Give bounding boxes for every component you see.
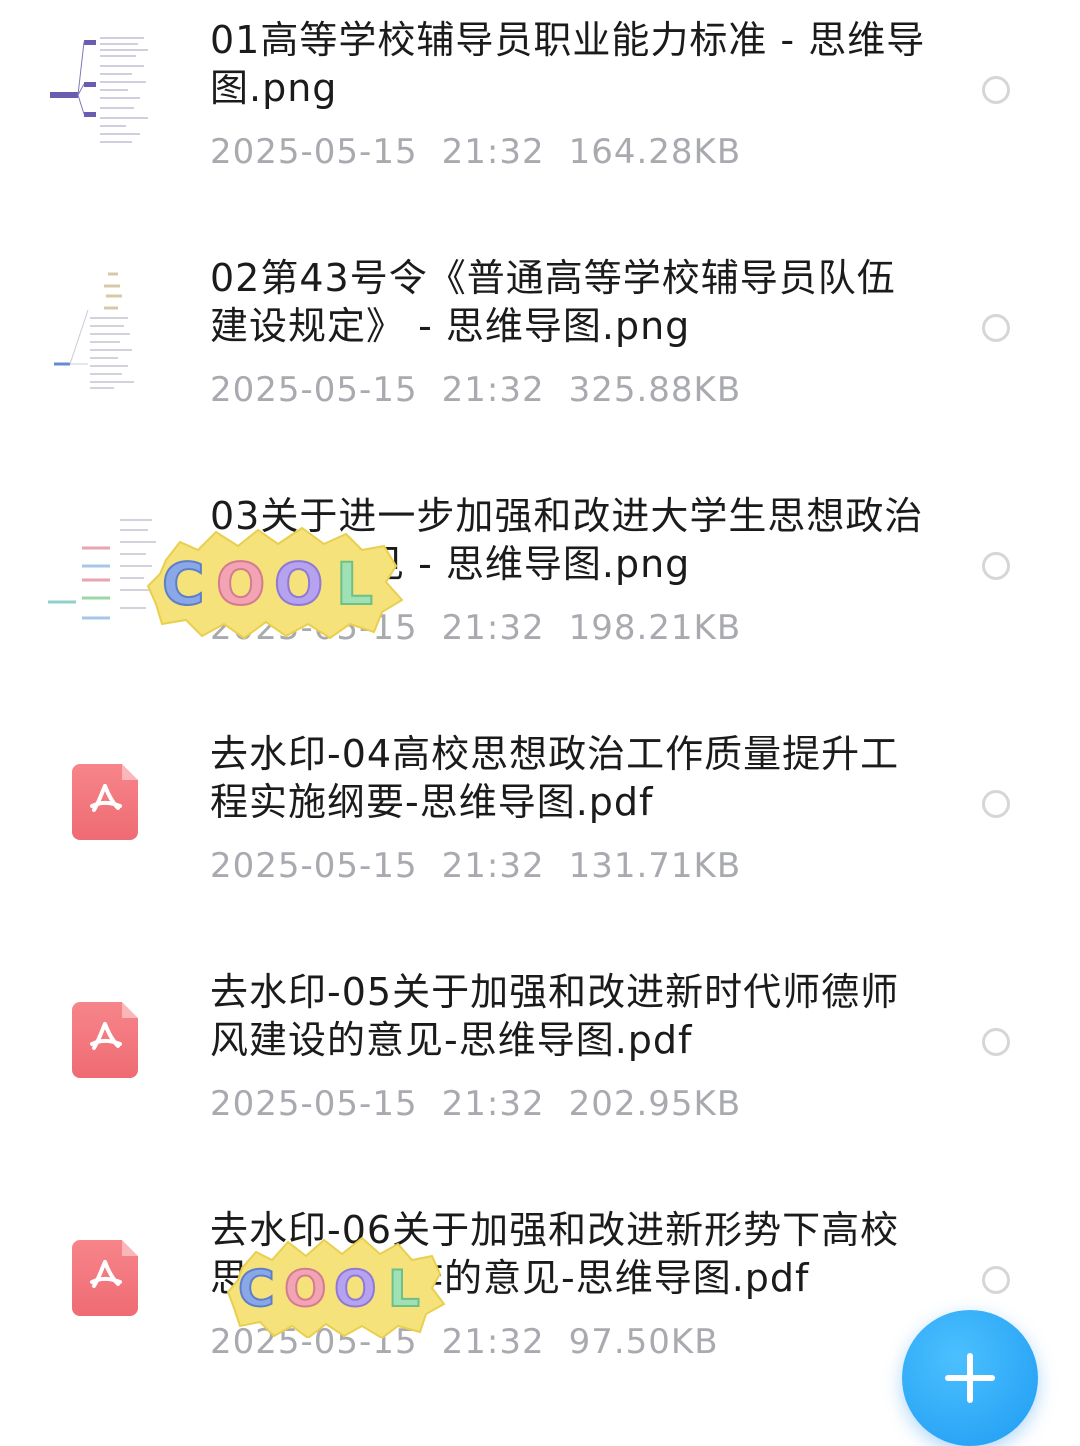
select-radio[interactable] [982,552,1010,580]
svg-text:O: O [334,1260,377,1318]
file-size: 131.71KB [568,846,742,886]
file-name: 去水印-04高校思想政治工作质量提升工程实施纲要-思维导图.pdf [210,732,900,824]
file-time: 21:32 [441,132,545,172]
file-size: 164.28KB [568,132,742,172]
add-button[interactable] [902,1310,1038,1446]
plus-icon [945,1353,995,1403]
file-date: 2025-05-15 [210,132,418,172]
file-time: 21:32 [441,370,545,410]
file-size: 198.21KB [568,608,742,648]
svg-text:C: C [238,1260,275,1318]
cool-sticker: C O O L [226,1232,446,1340]
svg-text:L: L [388,1260,420,1318]
file-size: 325.88KB [568,370,742,410]
file-name: 01高等学校辅导员职业能力标准 - 思维导图.png [210,18,926,110]
file-time: 21:32 [441,608,545,648]
file-date: 2025-05-15 [210,846,418,886]
file-time: 21:32 [441,846,545,886]
select-radio[interactable] [982,314,1010,342]
file-row[interactable]: 02第43号令《普通高等学校辅导员队伍建设规定》 - 思维导图.png 2025… [0,238,1080,476]
svg-text:O: O [274,550,323,618]
file-date: 2025-05-15 [210,370,418,410]
file-time: 21:32 [441,1084,545,1124]
file-row[interactable]: 去水印-04高校思想政治工作质量提升工程实施纲要-思维导图.pdf 2025-0… [0,714,1080,952]
file-time: 21:32 [441,1322,545,1362]
svg-text:L: L [336,550,373,618]
file-name: 去水印-05关于加强和改进新时代师德师风建设的意见-思维导图.pdf [210,970,900,1062]
pdf-file-icon [72,764,138,840]
file-row[interactable]: 去水印-05关于加强和改进新时代师德师风建设的意见-思维导图.pdf 2025-… [0,952,1080,1190]
select-radio[interactable] [982,76,1010,104]
file-size: 97.50KB [568,1322,719,1362]
mindmap-thumbnail [48,32,168,152]
file-size: 202.95KB [568,1084,742,1124]
file-date: 2025-05-15 [210,1084,418,1124]
cool-sticker: C O O L [146,520,406,640]
file-row[interactable]: 01高等学校辅导员职业能力标准 - 思维导图.png 2025-05-15 21:… [0,0,1080,238]
select-radio[interactable] [982,1266,1010,1294]
pdf-file-icon [72,1240,138,1316]
select-radio[interactable] [982,790,1010,818]
file-meta: 2025-05-15 21:32 325.88KB [210,370,765,410]
mindmap-thumbnail [48,270,168,390]
svg-text:O: O [284,1260,327,1318]
file-meta: 2025-05-15 21:32 164.28KB [210,132,765,172]
file-meta: 2025-05-15 21:32 202.95KB [210,1084,765,1124]
svg-text:C: C [162,550,205,618]
select-radio[interactable] [982,1028,1010,1056]
pdf-file-icon [72,1002,138,1078]
file-name: 02第43号令《普通高等学校辅导员队伍建设规定》 - 思维导图.png [210,256,896,348]
svg-text:O: O [216,550,265,618]
file-meta: 2025-05-15 21:32 131.71KB [210,846,765,886]
